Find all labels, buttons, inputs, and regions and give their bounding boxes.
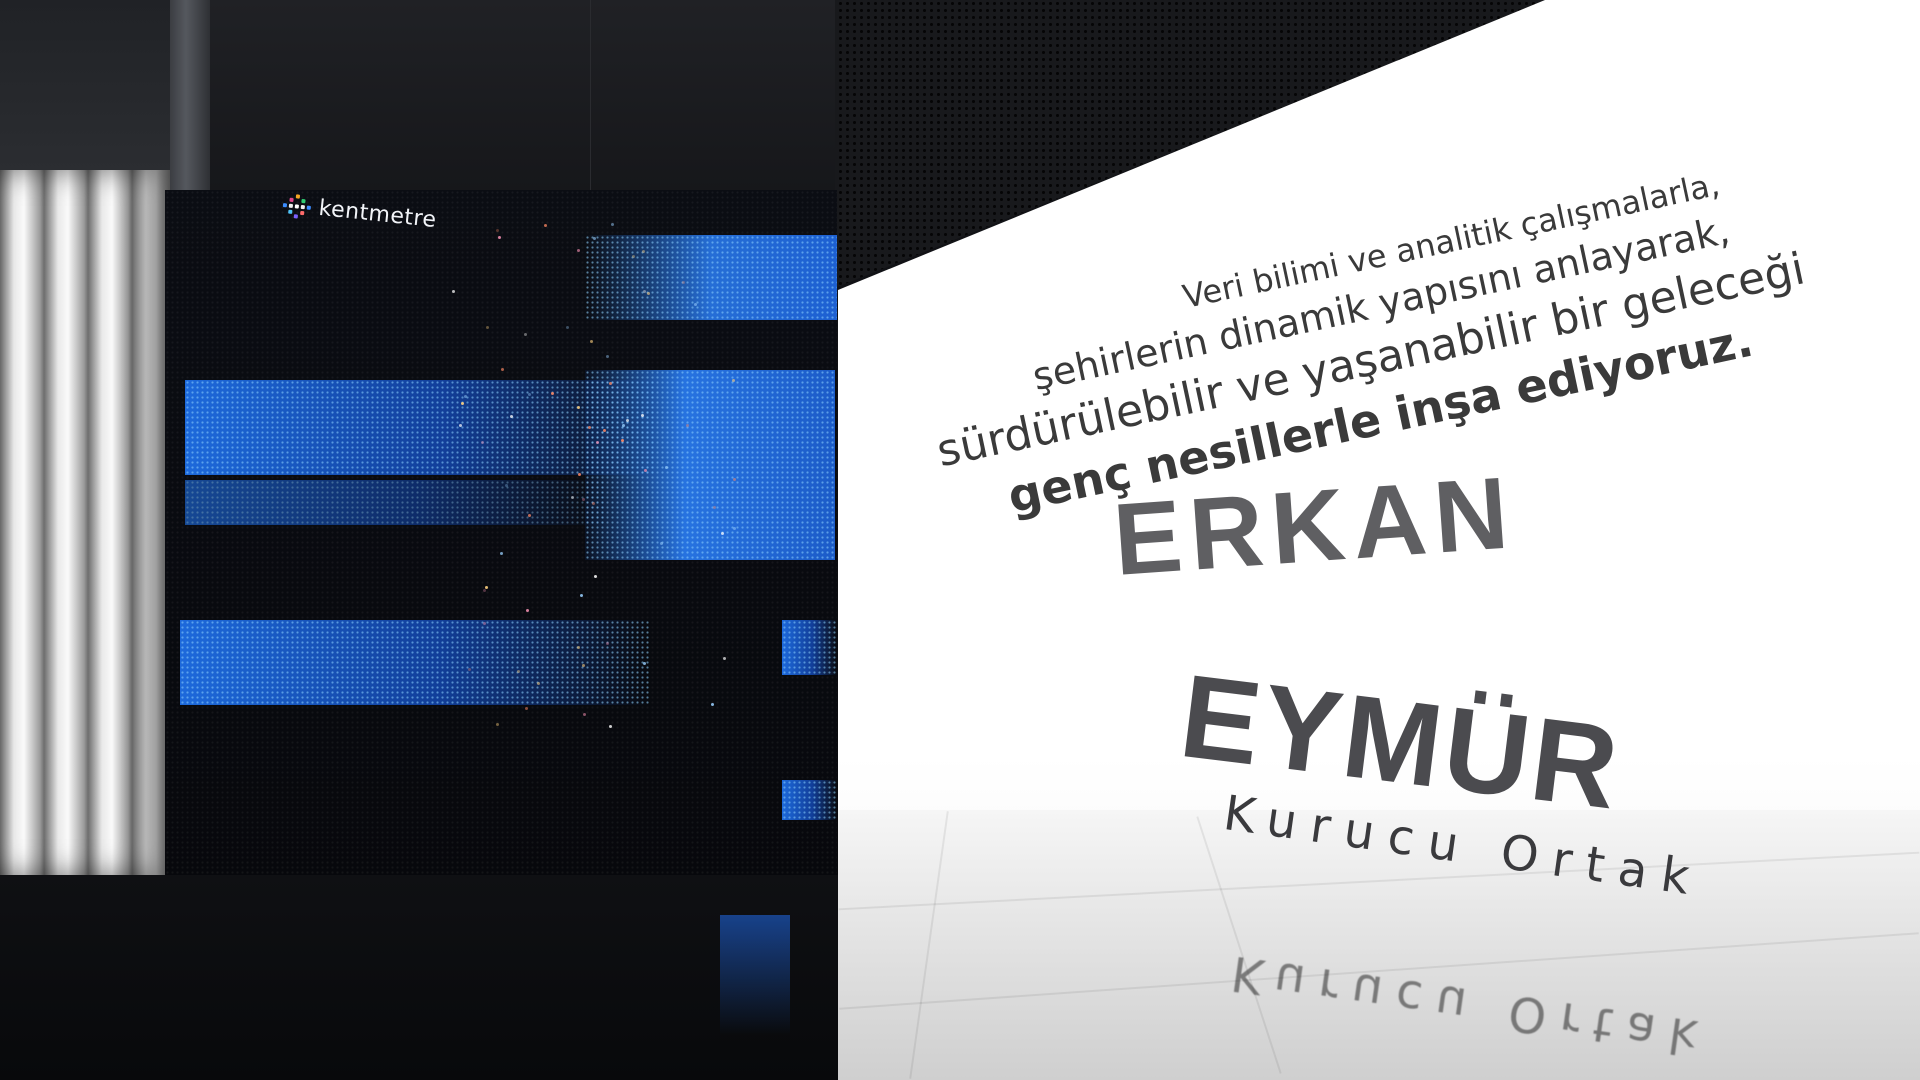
- sparkle-dot: [640, 413, 644, 417]
- sparkle-dot: [582, 712, 586, 716]
- left-wall-top: [0, 0, 170, 170]
- led-blue-stripe: [185, 480, 605, 525]
- kentmetre-logo-icon: [282, 193, 312, 220]
- sparkle-dot: [576, 645, 580, 649]
- sparkle-dot: [625, 418, 629, 422]
- sparkle-dot: [496, 722, 500, 726]
- led-blue-stripe: [782, 780, 837, 820]
- sparkle-dot: [694, 302, 698, 306]
- sparkle-dot: [608, 724, 612, 728]
- sparkle-dot: [646, 292, 650, 296]
- sparkle-dot: [550, 392, 554, 396]
- sparkle-dot: [732, 477, 736, 481]
- sparkle-dot: [516, 669, 520, 673]
- sparkle-dot: [497, 236, 501, 240]
- sparkle-dot: [483, 588, 487, 592]
- led-blue-stripe: [180, 620, 650, 705]
- sparkle-dot: [576, 406, 580, 410]
- sparkle-dot: [581, 497, 585, 501]
- sparkle-dot: [609, 381, 613, 385]
- led-blue-stripe: [585, 235, 837, 320]
- sparkle-dot: [642, 290, 646, 294]
- dark-floor: [0, 875, 840, 1080]
- led-blue-stripe: [585, 370, 835, 560]
- sparkle-dot: [621, 423, 625, 427]
- sparkle-dot: [570, 496, 574, 500]
- sparkle-dot: [460, 401, 464, 405]
- sparkle-dot: [526, 608, 530, 612]
- sparkle-dot: [581, 663, 585, 667]
- led-wall: [165, 190, 837, 915]
- sparkle-dot: [731, 378, 735, 382]
- sparkle-dot: [713, 505, 717, 509]
- sparkle-dot: [536, 681, 540, 685]
- sparkle-dot: [592, 501, 596, 505]
- led-blue-stripe: [782, 620, 837, 675]
- sparkle-dot: [509, 414, 513, 418]
- stage-scene: kentmetre Veri bilimi ve analitik çalışm…: [0, 0, 1920, 1080]
- sparkle-dot: [500, 368, 504, 372]
- sparkle-dot: [664, 465, 668, 469]
- white-curtain-column: [0, 170, 170, 875]
- sparkle-dot: [711, 702, 715, 706]
- sparkle-dot: [595, 440, 599, 444]
